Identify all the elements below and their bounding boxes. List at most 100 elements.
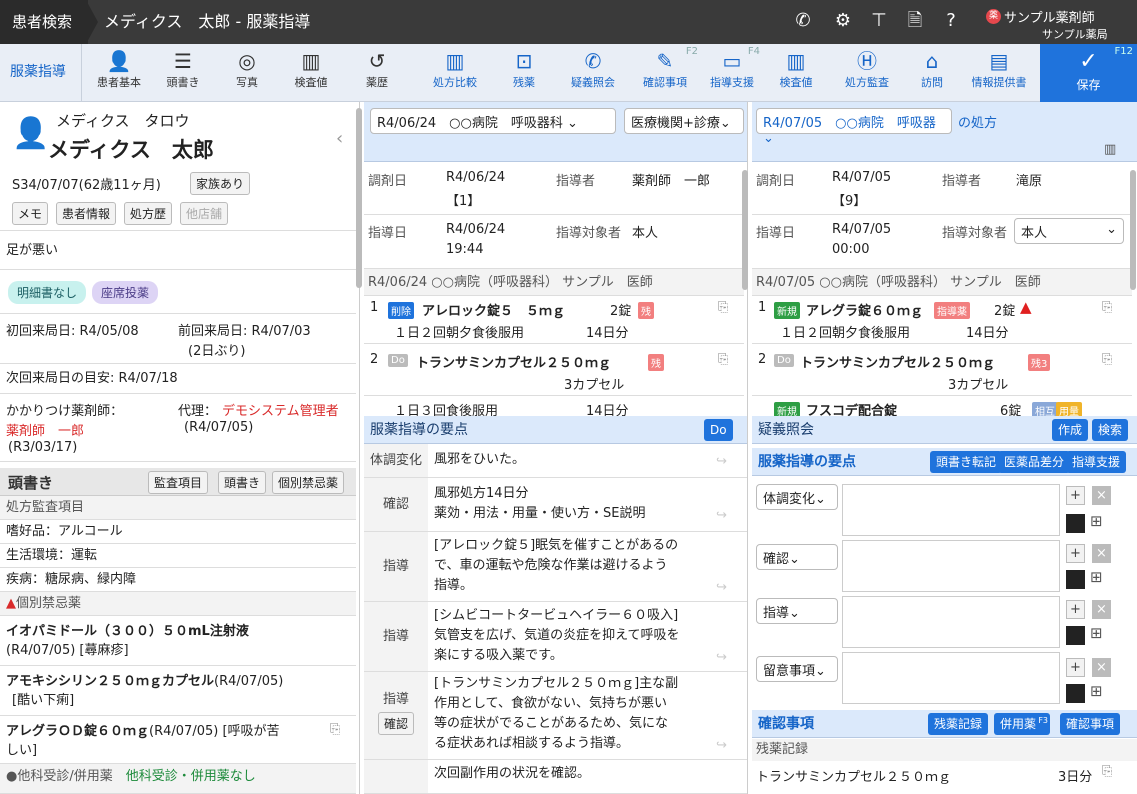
color-swatch[interactable] — [1066, 626, 1085, 645]
pharmacist-badge: 薬 — [986, 9, 1001, 24]
lab-values-button[interactable]: ▥ 検査値 — [280, 44, 342, 101]
rx-history-button[interactable]: 処方歴 — [124, 202, 173, 225]
proxy-date: (R4/07/05) — [184, 420, 254, 435]
mid-scrollbar[interactable] — [742, 170, 748, 290]
copy-icon[interactable]: ⎘ — [1102, 352, 1112, 367]
remove-icon[interactable]: × — [1092, 600, 1111, 619]
breadcrumb-patient-search[interactable]: 患者検索 — [0, 0, 88, 44]
leftover-record-button[interactable]: 残薬記録 — [928, 713, 989, 735]
insert-icon[interactable]: ⊞ — [1090, 568, 1103, 586]
patient-flags: 明細書なし 座席投薬 — [0, 270, 356, 314]
concomitant-button[interactable]: 併用薬 F3 — [994, 713, 1051, 735]
individual-contraindication-button[interactable]: 個別禁忌薬 — [272, 471, 345, 494]
confirm-button[interactable]: 確認 — [378, 712, 415, 735]
create-button[interactable]: 作成 — [1052, 419, 1089, 441]
family-button[interactable]: 家族あり — [190, 172, 251, 195]
guidance-support-button[interactable]: 指導支援 — [1066, 451, 1127, 473]
do-button[interactable]: Do — [704, 419, 733, 441]
point-type-select[interactable]: 留意事項⌄ — [756, 656, 838, 682]
lab-values-add-button[interactable]: ▥ 検査値 — [766, 44, 826, 101]
add-icon[interactable]: + — [1066, 658, 1085, 677]
remove-icon[interactable]: × — [1092, 658, 1111, 677]
left-scrollbar[interactable] — [356, 108, 362, 288]
point-row[interactable]: 体調変化 風邪をひいた。 ↪ — [364, 444, 747, 478]
insert-icon[interactable]: ⊞ — [1090, 682, 1103, 700]
point-row[interactable]: 指導 確認 [トランサミンカプセル２５０ｍｇ]主な副 作用として、食欲がない、気持ちが… — [364, 672, 747, 760]
color-swatch[interactable] — [1066, 570, 1085, 589]
atamagaki-button[interactable]: ☰ 頭書き — [152, 44, 214, 101]
guidance-support-button[interactable]: F4 ▭ 指導支援 — [702, 44, 762, 101]
insert-icon[interactable]: ⊞ — [1090, 624, 1103, 642]
point-textarea[interactable] — [842, 596, 1060, 648]
other-store-button[interactable]: 他店舗 — [180, 202, 229, 225]
point-textarea[interactable] — [842, 540, 1060, 592]
phone-icon: ✆ — [584, 49, 602, 73]
copy-icon[interactable]: ⎘ — [1102, 300, 1112, 315]
drug-diff-button[interactable]: 医薬品差分 — [998, 451, 1071, 473]
pharmacist-name: サンプル薬剤師 — [1004, 11, 1095, 26]
point-textarea[interactable] — [842, 652, 1060, 704]
atamagaki-button[interactable]: 頭書き — [218, 471, 267, 494]
add-icon[interactable]: + — [1066, 486, 1085, 505]
label: 指導対象者 — [942, 226, 1008, 241]
search-button[interactable]: 検索 — [1092, 419, 1129, 441]
point-type-select[interactable]: 体調変化⌄ — [756, 484, 838, 510]
warning-icon[interactable]: ▲ — [1020, 298, 1032, 316]
add-icon[interactable]: + — [1066, 544, 1085, 563]
point-row[interactable]: 指導 [アレロック錠５]眠気を催すことがあるの で、車の運転や危険な作業は避けるよう… — [364, 532, 747, 602]
kakaritsuke-label: かかりつけ薬剤師： — [6, 404, 124, 419]
color-swatch[interactable] — [1066, 684, 1085, 703]
tab-fukuyaku-shido[interactable]: 服薬指導 — [0, 44, 82, 101]
add-icon[interactable]: + — [1066, 600, 1085, 619]
insert-icon[interactable]: ⊞ — [1090, 512, 1103, 530]
target-person: 本人 — [632, 226, 659, 241]
document-icon[interactable]: 🗎 — [902, 8, 928, 34]
right-scrollbar[interactable] — [1130, 170, 1136, 290]
check-items-button[interactable]: F2 ✎ 確認事項 — [630, 44, 700, 101]
memo-button[interactable]: メモ — [12, 202, 49, 225]
audit-items-button[interactable]: 監査項目 — [148, 471, 209, 494]
point-type-select[interactable]: 確認⌄ — [756, 544, 838, 570]
copy-icon[interactable]: ⎘ — [718, 352, 728, 367]
point-row[interactable]: 次回副作用の状況を確認。 — [364, 760, 747, 794]
med-history-button[interactable]: ↺ 薬歴 — [346, 44, 408, 101]
collapse-chevron-icon[interactable]: ‹ — [336, 128, 343, 149]
check-items-button[interactable]: 確認事項 — [1060, 713, 1121, 735]
h-icon: Ⓗ — [857, 49, 877, 73]
point-textarea[interactable] — [842, 484, 1060, 536]
patient-info-button[interactable]: 患者情報 — [56, 202, 117, 225]
save-button[interactable]: F12 ✓ 保存 — [1040, 44, 1137, 102]
rx-compare-button[interactable]: ▥ 処方比較 — [420, 44, 490, 101]
phone-24h-icon[interactable]: ✆ — [790, 8, 816, 34]
point-row[interactable]: 指導 [シムビコートタービュヘイラー６０吸入] 気管支を広げ、気道の炎症を抑えて呼吸… — [364, 602, 747, 672]
leftover-button[interactable]: ⊡ 残薬 — [494, 44, 554, 101]
gear-icon[interactable]: ⚙ — [830, 8, 856, 34]
copy-atamagaki-button[interactable]: 頭書き転記 — [930, 451, 1003, 473]
help-icon[interactable]: ? — [938, 8, 964, 34]
inquiry-button[interactable]: ✆ 疑義照会 — [558, 44, 628, 101]
rx-audit-button[interactable]: Ⓗ 処方監査 — [832, 44, 902, 101]
no-statement-badge: 明細書なし — [8, 281, 87, 304]
pharmacist-menu[interactable]: 薬 サンプル薬剤師 サンプル薬局 — [982, 4, 1134, 42]
copy-icon[interactable]: ⎘ — [330, 722, 340, 737]
copy-icon[interactable]: ⎘ — [718, 300, 728, 315]
target-person-select[interactable]: 本人 ⌄ — [1014, 218, 1124, 244]
photo-button[interactable]: ◎ 写真 — [216, 44, 278, 101]
right-date-select[interactable]: R4/07/05 ○○病院 呼吸器⌄ — [756, 108, 952, 146]
dispense-no: 【1】 — [446, 194, 481, 209]
color-swatch[interactable] — [1066, 514, 1085, 533]
copy-icon[interactable]: ⎘ — [1102, 764, 1112, 779]
mid-date-select[interactable]: R4/06/24 ○○病院 呼吸器科 ⌄ — [370, 108, 616, 134]
point-type-select[interactable]: 指導⌄ — [756, 598, 838, 624]
leftover-tag: 残3 — [1028, 354, 1051, 371]
point-row[interactable]: 確認 風邪処方14日分 薬効・用法・用量・使い方・SE説明 ↪ — [364, 478, 747, 532]
info-doc-button[interactable]: ▤ 情報提供書 — [962, 44, 1036, 101]
mid-type-select[interactable]: 医療機関+診療⌄ — [624, 108, 744, 134]
remove-icon[interactable]: × — [1092, 544, 1111, 563]
columns-settings-icon[interactable]: ▥ — [1104, 142, 1116, 157]
next-visit: 次回来局日の目安: R4/07/18 — [0, 364, 356, 394]
patient-basic-button[interactable]: 👤 患者基本 — [88, 44, 150, 101]
hierarchy-icon[interactable]: ⊤ — [866, 8, 892, 34]
remove-icon[interactable]: × — [1092, 486, 1111, 505]
visit-button[interactable]: ⌂ 訪問 — [904, 44, 960, 101]
